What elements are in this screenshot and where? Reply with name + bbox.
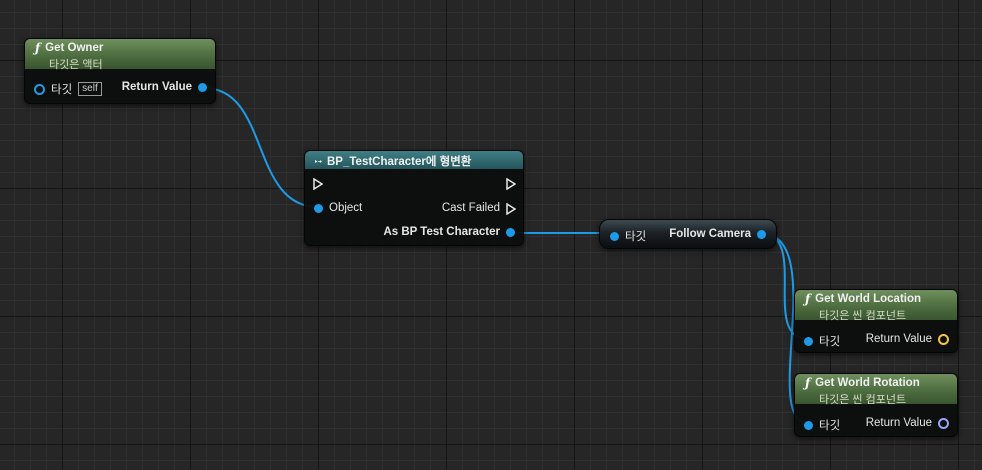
node-header[interactable]: ƒ Get World Location 타깃은 씬 컴포넌트 <box>795 290 957 322</box>
node-title: Get World Location <box>815 293 922 305</box>
return-value-label: Return Value <box>865 333 932 345</box>
node-subtitle: 타깃은 액터 <box>49 59 103 71</box>
node-subtitle: 타깃은 씬 컴포넌트 <box>819 394 907 406</box>
function-icon: ƒ <box>35 41 41 55</box>
return-value-label: Return Value <box>121 81 192 93</box>
node-header[interactable]: BP_TestCharacter에 형변환 <box>305 151 523 169</box>
follow-camera-label: Follow Camera <box>669 228 751 240</box>
cast-failed-label: Cast Failed <box>441 202 500 214</box>
wire-owner-to-cast[interactable] <box>203 87 319 208</box>
target-label: 타깃 <box>819 420 841 432</box>
function-icon: ƒ <box>805 376 811 390</box>
target-input-pin[interactable] <box>610 231 619 241</box>
rotator-return-pin[interactable] <box>938 417 949 429</box>
target-input-pin[interactable] <box>34 83 45 95</box>
target-input-pin[interactable] <box>804 336 813 346</box>
node-follow-camera[interactable]: 타깃 Follow Camera <box>599 219 777 249</box>
as-character-output-pin[interactable] <box>506 227 515 237</box>
follow-camera-output-pin[interactable] <box>757 229 766 239</box>
target-input-pin[interactable] <box>804 420 813 430</box>
object-label: Object <box>329 202 363 214</box>
exec-output-pin[interactable] <box>506 178 516 190</box>
node-get-owner[interactable]: ƒ Get Owner 타깃은 액터 타깃 self Return Value <box>24 38 216 104</box>
target-label: 타깃 <box>625 231 647 243</box>
cast-failed-exec-pin[interactable] <box>506 202 516 215</box>
node-get-world-location[interactable]: ƒ Get World Location 타깃은 씬 컴포넌트 타깃 Return… <box>794 289 958 353</box>
node-get-world-rotation[interactable]: ƒ Get World Rotation 타깃은 씬 컴포넌트 타깃 Return… <box>794 373 958 437</box>
node-title: BP_TestCharacter에 형변환 <box>327 156 472 168</box>
node-header[interactable]: ƒ Get Owner 타깃은 액터 <box>25 39 215 71</box>
vector-return-pin[interactable] <box>938 333 949 345</box>
function-icon: ƒ <box>805 292 811 306</box>
node-cast-to-bp-testcharacter[interactable]: BP_TestCharacter에 형변환 Object Cast Failed… <box>304 150 524 246</box>
cast-icon <box>315 159 322 163</box>
return-value-pin[interactable] <box>198 82 207 92</box>
as-character-label: As BP Test Character <box>383 226 500 238</box>
node-header[interactable]: ƒ Get World Rotation 타깃은 씬 컴포넌트 <box>795 374 957 406</box>
target-label: 타깃 <box>51 84 73 96</box>
object-input-pin[interactable] <box>314 203 323 213</box>
node-subtitle: 타깃은 씬 컴포넌트 <box>819 310 907 322</box>
node-title: Get Owner <box>45 42 104 54</box>
node-title: Get World Rotation <box>815 377 920 389</box>
self-tag: self <box>78 82 102 96</box>
return-value-label: Return Value <box>865 417 932 429</box>
target-label: 타깃 <box>819 336 841 348</box>
exec-input-pin[interactable] <box>313 178 323 190</box>
